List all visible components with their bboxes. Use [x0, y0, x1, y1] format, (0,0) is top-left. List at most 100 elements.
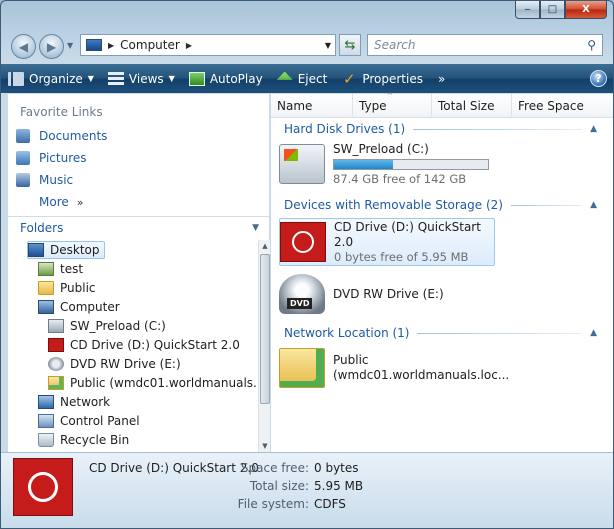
- group-network-location[interactable]: Network Location (1) ▲: [271, 324, 613, 342]
- maximize-button[interactable]: □: [540, 1, 565, 19]
- views-label: Views: [128, 71, 164, 86]
- dvd-drive-icon: [48, 357, 64, 371]
- chevron-up-icon[interactable]: ▲: [590, 124, 597, 134]
- explorer-window: ‒ □ X ◀ ▶ ▼ ▶ Computer ▶ ▼ ⇆ Search ⚲ Or…: [0, 0, 614, 529]
- eject-button[interactable]: Eject: [270, 64, 335, 93]
- double-chevron-icon: »: [76, 195, 84, 209]
- desktop-icon: [28, 243, 44, 257]
- breadcrumb-arrow-icon[interactable]: ▶: [186, 41, 192, 50]
- user-folder-icon: [38, 262, 54, 276]
- tree-item-desktop[interactable]: Desktop: [27, 241, 105, 259]
- column-type[interactable]: ^ Type: [353, 92, 432, 118]
- column-free-space[interactable]: Free Space: [512, 94, 613, 118]
- chevron-up-icon[interactable]: ▲: [590, 200, 597, 210]
- globe-icon: [28, 472, 58, 502]
- command-toolbar: Organize ▼ Views ▼ AutoPlay Eject ✓ Prop…: [1, 64, 613, 93]
- refresh-button[interactable]: ⇆: [339, 34, 361, 56]
- back-arrow-icon: ◀: [18, 39, 29, 54]
- column-total-size[interactable]: Total Size: [432, 94, 512, 118]
- navigation-pane: Favorite Links Documents Pictures Music …: [8, 94, 270, 452]
- back-button[interactable]: ◀: [11, 34, 36, 59]
- folder-tree: Desktop test Public Computer SW_Preload …: [8, 240, 257, 452]
- search-icon[interactable]: ⚲: [587, 38, 596, 52]
- folders-title: Folders: [20, 220, 64, 235]
- breadcrumb-computer[interactable]: Computer: [120, 38, 180, 52]
- search-box[interactable]: Search ⚲: [367, 34, 603, 56]
- scroll-up-icon[interactable]: ▲: [260, 242, 270, 250]
- scroll-down-icon[interactable]: ▼: [260, 442, 270, 450]
- group-divider: [417, 332, 583, 334]
- tree-item-public-network[interactable]: Public (wmdc01.worldmanuals.loc: [48, 374, 257, 392]
- tree-item-d-drive[interactable]: CD Drive (D:) QuickStart 2.0: [48, 336, 240, 354]
- close-button[interactable]: X: [565, 1, 607, 19]
- group-divider: [413, 128, 583, 130]
- chevron-up-icon[interactable]: ▲: [590, 328, 597, 338]
- favorite-music[interactable]: Music: [16, 173, 73, 187]
- drive-tile-d[interactable]: CD Drive (D:) QuickStart 2.0 0 bytes fre…: [279, 218, 495, 266]
- tree-item-label: DVD RW Drive (E:): [70, 357, 181, 371]
- eject-icon: [276, 71, 293, 80]
- tree-item-label: Computer: [60, 300, 120, 314]
- column-label: Name: [277, 99, 313, 113]
- drive-space-info: 87.4 GB free of 142 GB: [333, 171, 467, 186]
- column-label: Total Size: [438, 99, 495, 113]
- favorite-more[interactable]: More »: [39, 195, 83, 209]
- hard-drive-icon: [48, 319, 64, 333]
- properties-button[interactable]: ✓ Properties: [334, 64, 430, 93]
- folders-header[interactable]: Folders ▼: [8, 216, 269, 238]
- drive-name: CD Drive (D:) QuickStart 2.0: [334, 219, 481, 249]
- recent-pages-dropdown[interactable]: ▼: [67, 41, 73, 50]
- tree-item-computer[interactable]: Computer: [38, 298, 120, 316]
- views-button[interactable]: Views ▼: [101, 64, 182, 93]
- tree-item-c-drive[interactable]: SW_Preload (C:): [48, 317, 166, 335]
- column-label: Type: [359, 99, 387, 113]
- forward-button[interactable]: ▶: [39, 34, 64, 59]
- chevron-down-icon: ▼: [252, 222, 259, 233]
- tree-item-network[interactable]: Network: [38, 393, 110, 411]
- eject-label: Eject: [297, 71, 328, 86]
- details-file-system: File system: CDFS: [201, 497, 501, 511]
- network-tile-public[interactable]: Public (wmdc01.worldmanuals.loc...: [279, 344, 509, 392]
- favorite-pictures[interactable]: Pictures: [16, 151, 87, 165]
- organize-icon: [8, 71, 24, 86]
- group-removable-storage[interactable]: Devices with Removable Storage (2) ▲: [271, 196, 613, 214]
- autoplay-button[interactable]: AutoPlay: [182, 64, 270, 93]
- tree-item-e-drive[interactable]: DVD RW Drive (E:): [48, 355, 181, 373]
- address-bar[interactable]: ▶ Computer ▶ ▼: [80, 34, 336, 56]
- organize-button[interactable]: Organize ▼: [1, 64, 101, 93]
- column-name[interactable]: Name: [271, 94, 353, 118]
- disk-usage-fill: [334, 159, 393, 169]
- tree-item-label: test: [60, 262, 84, 276]
- search-input[interactable]: Search: [374, 38, 587, 52]
- refresh-icon: ⇆: [344, 37, 356, 53]
- tree-item-label: Recycle Bin: [60, 433, 130, 447]
- drive-tile-c[interactable]: SW_Preload (C:) 87.4 GB free of 142 GB: [279, 140, 495, 188]
- toolbar-overflow-button[interactable]: »: [430, 72, 453, 86]
- pictures-icon: [16, 151, 30, 165]
- details-value: 5.95 MB: [314, 479, 364, 493]
- details-value: 0 bytes: [314, 461, 359, 475]
- tree-item-test[interactable]: test: [38, 260, 83, 278]
- network-icon: [38, 395, 54, 409]
- drive-tile-e[interactable]: DVD DVD RW Drive (E:): [279, 270, 495, 318]
- tree-item-public[interactable]: Public: [38, 279, 96, 297]
- tree-item-label: CD Drive (D:) QuickStart 2.0: [70, 338, 240, 352]
- dropdown-arrow-icon: ▼: [87, 74, 94, 83]
- group-title: Devices with Removable Storage (2): [284, 198, 503, 212]
- group-hard-disk-drives[interactable]: Hard Disk Drives (1) ▲: [271, 120, 613, 138]
- tree-item-control-panel[interactable]: Control Panel: [38, 412, 140, 430]
- minimize-button[interactable]: ‒: [515, 1, 540, 19]
- help-button[interactable]: ?: [590, 70, 607, 87]
- scroll-thumb[interactable]: [260, 254, 270, 404]
- address-dropdown-icon[interactable]: ▼: [325, 41, 331, 50]
- network-folder-icon: [48, 376, 64, 390]
- folder-tree-scrollbar[interactable]: ▲ ▼: [258, 240, 270, 452]
- location-path: (wmdc01.worldmanuals.loc...: [333, 368, 510, 382]
- favorite-documents[interactable]: Documents: [16, 129, 107, 143]
- cd-drive-icon: [48, 338, 64, 352]
- details-label: Total size:: [249, 479, 309, 493]
- breadcrumb-arrow-icon[interactable]: ▶: [108, 41, 114, 50]
- recycle-bin-icon: [38, 433, 54, 447]
- tree-item-label: SW_Preload (C:): [70, 319, 166, 333]
- tree-item-recycle-bin[interactable]: Recycle Bin: [38, 431, 129, 449]
